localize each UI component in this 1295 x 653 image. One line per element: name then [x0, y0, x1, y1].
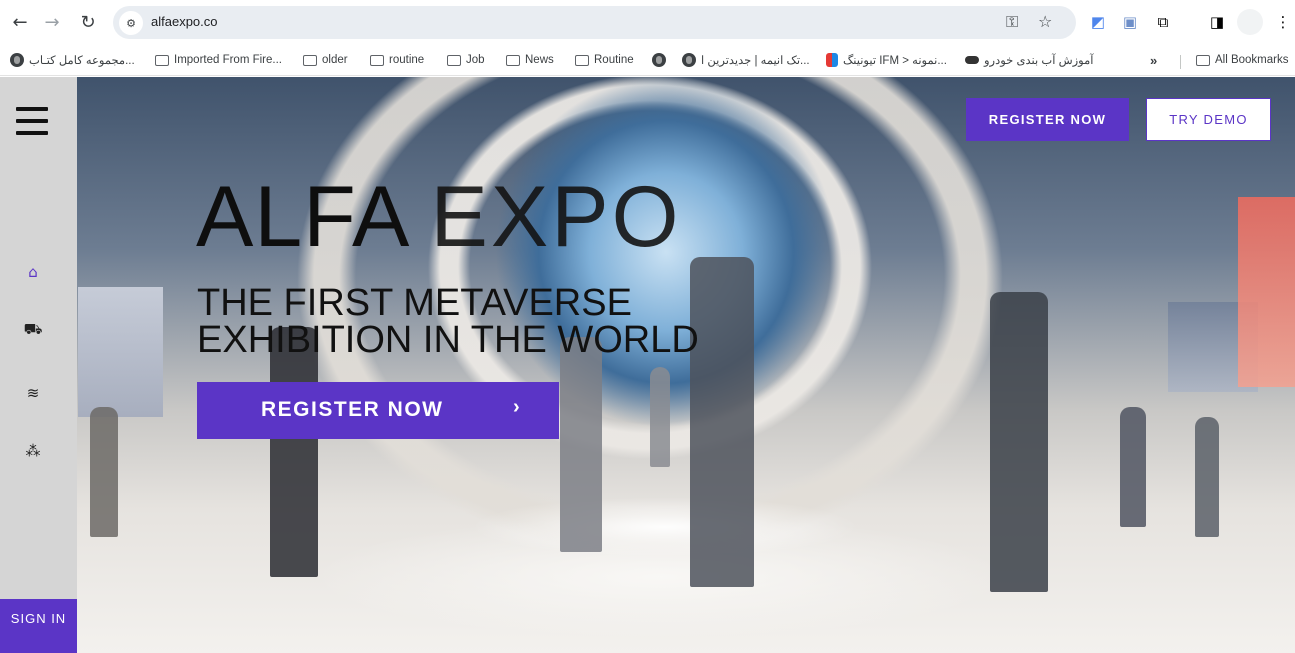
hero-register-label: REGISTER NOW — [261, 398, 444, 421]
hero-title: ALFA EXPO — [196, 172, 681, 262]
bookmark-label: News — [525, 54, 554, 66]
bookmark-folder[interactable]: Job — [447, 51, 485, 69]
visitor-figure — [1195, 417, 1219, 537]
side-navigation: ⌂ ⛟ ≋ ⁂ SIGN IN — [0, 77, 77, 653]
url-text[interactable]: alfaexpo.co — [151, 14, 218, 29]
bookmark-folder[interactable]: Imported From Fire... — [155, 51, 282, 69]
register-now-button[interactable]: REGISTER NOW — [966, 98, 1129, 141]
bookmark-folder[interactable]: News — [506, 51, 554, 69]
forward-icon[interactable]: → — [38, 8, 66, 36]
folder-icon — [303, 54, 317, 66]
bookmark-folder[interactable]: older — [303, 51, 348, 69]
home-icon[interactable]: ⌂ — [22, 261, 44, 283]
visitor-figure — [990, 292, 1048, 592]
folder-icon — [506, 54, 520, 66]
all-bookmarks-folder[interactable]: All Bookmarks — [1196, 51, 1289, 69]
bookmark-label: routine — [389, 54, 425, 66]
bookmark-star-icon[interactable]: ☆ — [1038, 12, 1052, 31]
sign-in-button[interactable]: SIGN IN — [0, 599, 77, 653]
map-icon[interactable]: ⛟ — [22, 319, 44, 341]
bookmark-label: آموزش آب بندی خودرو — [984, 55, 1094, 67]
browser-chrome: ← → ↻ ⚙ alfaexpo.co ⚿ ☆ ◩ ▣ ⧉ ◨ ⋮ مجموعه… — [0, 0, 1295, 76]
exhibit-screen-right — [1238, 197, 1295, 387]
folder-icon — [575, 54, 589, 66]
bookmark-item[interactable]: تیونینگ IFM > نمونه... — [826, 51, 947, 69]
bookmarks-bar: مجموعه کامل کتـاب... Imported From Fire.… — [0, 44, 1295, 76]
bookmark-label: تک انیمه | جدیدترین ا... — [701, 55, 810, 67]
bookmark-item[interactable]: آموزش آب بندی خودرو — [965, 51, 1093, 69]
more-bookmarks-icon[interactable]: » — [1150, 51, 1157, 69]
hero-title-bold: ALFA — [196, 169, 406, 265]
floor-light — [470, 497, 860, 557]
chevron-right-icon: › — [513, 396, 522, 418]
folder-icon — [447, 54, 461, 66]
visitor-figure — [270, 327, 318, 577]
bookmark-label: Routine — [594, 54, 634, 66]
globe-icon — [682, 53, 696, 67]
visitor-figure — [650, 367, 670, 467]
hero-background — [0, 77, 1295, 653]
visitor-figure — [1120, 407, 1146, 527]
globe-icon — [652, 53, 666, 67]
web-page: ⌂ ⛟ ≋ ⁂ SIGN IN REGISTER NOW TRY DEMO AL… — [0, 77, 1295, 653]
bookmark-item[interactable]: مجموعه کامل کتـاب... — [10, 51, 135, 69]
folder-icon — [1196, 54, 1210, 66]
visitor-figure — [90, 407, 118, 537]
bookmark-label: Job — [466, 54, 485, 66]
car-favicon-icon — [965, 56, 979, 64]
bookmark-item[interactable]: تک انیمه | جدیدترین ا... — [682, 51, 810, 69]
extension-translate-icon[interactable]: ◩ — [1085, 9, 1111, 35]
address-bar[interactable]: ⚙ alfaexpo.co ⚿ ☆ — [113, 6, 1076, 39]
bookmark-label: تیونینگ IFM > نمونه... — [843, 55, 947, 67]
extension-google-translate-icon[interactable]: ▣ — [1117, 9, 1143, 35]
browser-toolbar: ← → ↻ ⚙ alfaexpo.co ⚿ ☆ ◩ ▣ ⧉ ◨ ⋮ — [0, 0, 1295, 44]
hero-subtitle: THE FIRST METAVERSE EXHIBITION IN THE WO… — [197, 282, 699, 361]
extensions-puzzle-icon[interactable]: ⧉ — [1150, 9, 1176, 35]
hero-subtitle-line: EXHIBITION IN THE WORLD — [197, 319, 699, 361]
hamburger-menu-icon[interactable] — [16, 107, 48, 135]
bookmark-folder[interactable]: Routine — [575, 51, 634, 69]
site-info-icon[interactable]: ⚙ — [119, 11, 143, 35]
bookmarks-separator — [1180, 55, 1181, 69]
try-demo-button[interactable]: TRY DEMO — [1146, 98, 1271, 141]
sidebar-toggle-icon[interactable]: ◨ — [1204, 9, 1230, 35]
bookmark-label: مجموعه کامل کتـاب... — [29, 55, 135, 67]
visitor-figure — [690, 257, 754, 587]
folder-icon — [155, 54, 169, 66]
hero-subtitle-line: THE FIRST METAVERSE — [197, 282, 632, 324]
profile-avatar[interactable] — [1237, 9, 1263, 35]
back-icon[interactable]: ← — [6, 8, 34, 36]
bookmark-folder[interactable]: routine — [370, 51, 424, 69]
group-icon[interactable]: ⁂ — [22, 440, 44, 462]
hero-register-now-button[interactable]: REGISTER NOW › — [197, 382, 559, 439]
password-key-icon[interactable]: ⚿ — [1006, 12, 1018, 32]
layers-icon[interactable]: ≋ — [22, 382, 44, 404]
hero-title-thin: EXPO — [430, 169, 682, 265]
visitor-figure — [560, 337, 602, 552]
bookmark-item[interactable] — [652, 51, 666, 69]
globe-icon — [10, 53, 24, 67]
bookmark-label: Imported From Fire... — [174, 54, 282, 66]
site-favicon-icon — [826, 53, 838, 67]
browser-menu-icon[interactable]: ⋮ — [1273, 9, 1293, 35]
folder-icon — [370, 54, 384, 66]
exhibit-screen-left — [78, 287, 163, 417]
reload-icon[interactable]: ↻ — [74, 8, 102, 36]
bookmark-label: All Bookmarks — [1215, 54, 1289, 66]
bookmark-label: older — [322, 54, 348, 66]
